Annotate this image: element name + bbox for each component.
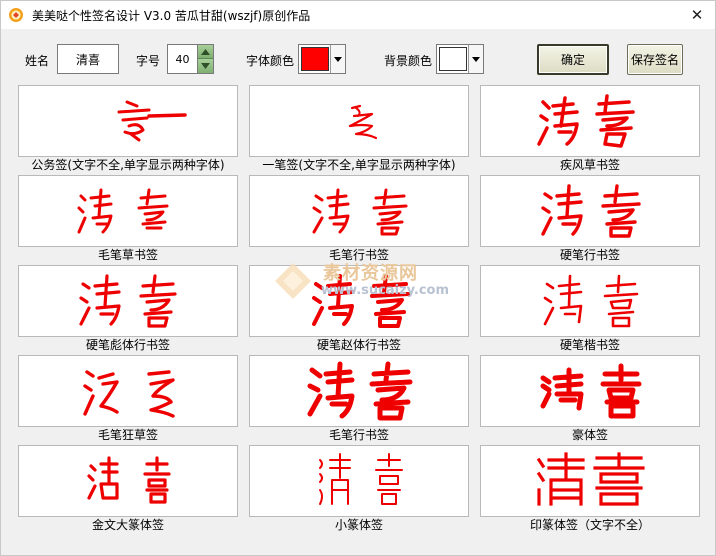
signature-card[interactable]: 公务签(文字不全,单字显示两种字体) bbox=[18, 85, 238, 173]
signature-image-pen-regular bbox=[543, 274, 639, 328]
bg-color-picker[interactable] bbox=[436, 44, 484, 74]
signature-card[interactable]: 硬笔彪体行书签 bbox=[18, 265, 238, 353]
font-color-picker[interactable] bbox=[298, 44, 346, 74]
signature-image-pen-biao bbox=[79, 274, 177, 328]
signature-image-brush-wild-cursive bbox=[83, 370, 175, 418]
signature-preview[interactable] bbox=[18, 355, 238, 427]
save-signature-button-label: 保存签名 bbox=[630, 53, 679, 67]
signature-image-brush-running-2 bbox=[307, 361, 413, 421]
signature-image-brush-cursive bbox=[77, 188, 169, 234]
signature-style-caption: 毛笔行书签 bbox=[328, 248, 389, 262]
font-color-swatch bbox=[301, 47, 329, 71]
signature-style-caption: 毛笔狂草签 bbox=[97, 428, 158, 442]
stepper-up-button[interactable] bbox=[198, 45, 213, 59]
bg-color-swatch bbox=[439, 47, 467, 71]
signature-style-caption: 豪体签 bbox=[571, 428, 608, 442]
signature-image-pen-running bbox=[541, 184, 641, 238]
signature-preview[interactable] bbox=[249, 175, 469, 247]
font-color-dropdown-button[interactable] bbox=[330, 45, 345, 73]
close-button[interactable]: ✕ bbox=[679, 1, 715, 29]
signature-preview[interactable] bbox=[18, 445, 238, 517]
signature-card[interactable]: 豪体签 bbox=[480, 355, 700, 443]
signature-style-caption: 金文大篆体签 bbox=[91, 518, 164, 532]
signature-image-bronze-seal bbox=[87, 456, 171, 504]
signature-card[interactable]: 一笔签(文字不全,单字显示两种字体) bbox=[249, 85, 469, 173]
toolbar: 姓名 清喜 字号 40 字体颜色 背景颜色 确定 保存签名 bbox=[1, 29, 715, 85]
signature-style-caption: 硬笔楷书签 bbox=[559, 338, 620, 352]
signature-style-caption: 硬笔彪体行书签 bbox=[85, 338, 170, 352]
signature-image-bold bbox=[540, 363, 642, 419]
stepper-down-button[interactable] bbox=[198, 59, 213, 73]
chevron-down-icon bbox=[334, 56, 342, 62]
signature-card[interactable]: 印篆体签（文字不全） bbox=[480, 445, 700, 533]
signature-image-stamp-seal bbox=[536, 452, 645, 506]
confirm-button[interactable]: 确定 bbox=[537, 44, 609, 75]
signature-card[interactable]: 毛笔行书签 bbox=[249, 355, 469, 443]
font-size-stepper[interactable] bbox=[197, 44, 214, 74]
name-label: 姓名 bbox=[25, 54, 50, 68]
signature-style-caption: 硬笔赵体行书签 bbox=[316, 338, 401, 352]
triangle-down-icon bbox=[201, 63, 210, 69]
app-logo-icon bbox=[8, 7, 24, 23]
signature-image-one-stroke bbox=[348, 104, 378, 140]
signature-style-caption: 疾风草书签 bbox=[559, 158, 620, 172]
signature-card[interactable]: 毛笔草书签 bbox=[18, 175, 238, 263]
signature-style-caption: 毛笔草书签 bbox=[97, 248, 158, 262]
signature-card[interactable]: 硬笔赵体行书签 bbox=[249, 265, 469, 353]
close-icon: ✕ bbox=[690, 6, 704, 24]
size-label: 字号 bbox=[136, 54, 161, 68]
signature-preview[interactable] bbox=[480, 265, 700, 337]
bg-color-dropdown-button[interactable] bbox=[468, 45, 483, 73]
title-bar[interactable]: 美美哒个性签名设计 V3.0 苦瓜甘甜(wszjf)原创作品 ✕ bbox=[1, 1, 715, 29]
signature-card[interactable]: 金文大篆体签 bbox=[18, 445, 238, 533]
signature-card[interactable]: 毛笔狂草签 bbox=[18, 355, 238, 443]
signature-preview[interactable] bbox=[249, 265, 469, 337]
signature-preview[interactable] bbox=[480, 175, 700, 247]
triangle-up-icon bbox=[201, 48, 210, 55]
signature-card[interactable]: 硬笔行书签 bbox=[480, 175, 700, 263]
signature-style-caption: 小篆体签 bbox=[334, 518, 383, 532]
signature-preview[interactable] bbox=[18, 175, 238, 247]
signature-image-gale-cursive bbox=[537, 94, 635, 148]
font-size-value: 40 bbox=[175, 52, 190, 66]
signature-image-pen-zhao bbox=[312, 274, 410, 328]
signature-card[interactable]: 毛笔行书签 bbox=[249, 175, 469, 263]
name-input[interactable]: 清喜 bbox=[57, 44, 119, 74]
font-color-label: 字体颜色 bbox=[246, 54, 295, 68]
signature-style-caption: 公务签(文字不全,单字显示两种字体) bbox=[31, 158, 225, 172]
signature-card[interactable]: 硬笔楷书签 bbox=[480, 265, 700, 353]
signature-image-brush-running bbox=[312, 188, 408, 236]
signature-preview[interactable] bbox=[480, 355, 700, 427]
signature-preview[interactable] bbox=[249, 445, 469, 517]
signature-card[interactable]: 疾风草书签 bbox=[480, 85, 700, 173]
signature-style-caption: 印篆体签（文字不全） bbox=[529, 518, 650, 532]
name-input-value: 清喜 bbox=[75, 52, 100, 67]
signature-preview[interactable] bbox=[249, 355, 469, 427]
chevron-down-icon bbox=[472, 56, 480, 62]
signature-preview[interactable] bbox=[249, 85, 469, 157]
signature-image-official bbox=[117, 100, 187, 142]
signature-card[interactable]: 小篆体签 bbox=[249, 445, 469, 533]
window-title: 美美哒个性签名设计 V3.0 苦瓜甘甜(wszjf)原创作品 bbox=[32, 8, 311, 23]
signature-style-caption: 毛笔行书签 bbox=[328, 428, 389, 442]
signature-preview[interactable] bbox=[18, 85, 238, 157]
signature-style-caption: 一笔签(文字不全,单字显示两种字体) bbox=[262, 158, 456, 172]
save-signature-button[interactable]: 保存签名 bbox=[627, 44, 683, 75]
signature-style-caption: 硬笔行书签 bbox=[559, 248, 620, 262]
font-size-input[interactable]: 40 bbox=[167, 44, 197, 74]
signature-preview[interactable] bbox=[18, 265, 238, 337]
signature-preview[interactable] bbox=[480, 445, 700, 517]
app-window: 美美哒个性签名设计 V3.0 苦瓜甘甜(wszjf)原创作品 ✕ 姓名 清喜 字… bbox=[0, 0, 716, 556]
confirm-button-label: 确定 bbox=[560, 53, 585, 67]
signature-preview[interactable] bbox=[480, 85, 700, 157]
signature-image-small-seal bbox=[319, 453, 403, 505]
bg-color-label: 背景颜色 bbox=[384, 54, 433, 68]
